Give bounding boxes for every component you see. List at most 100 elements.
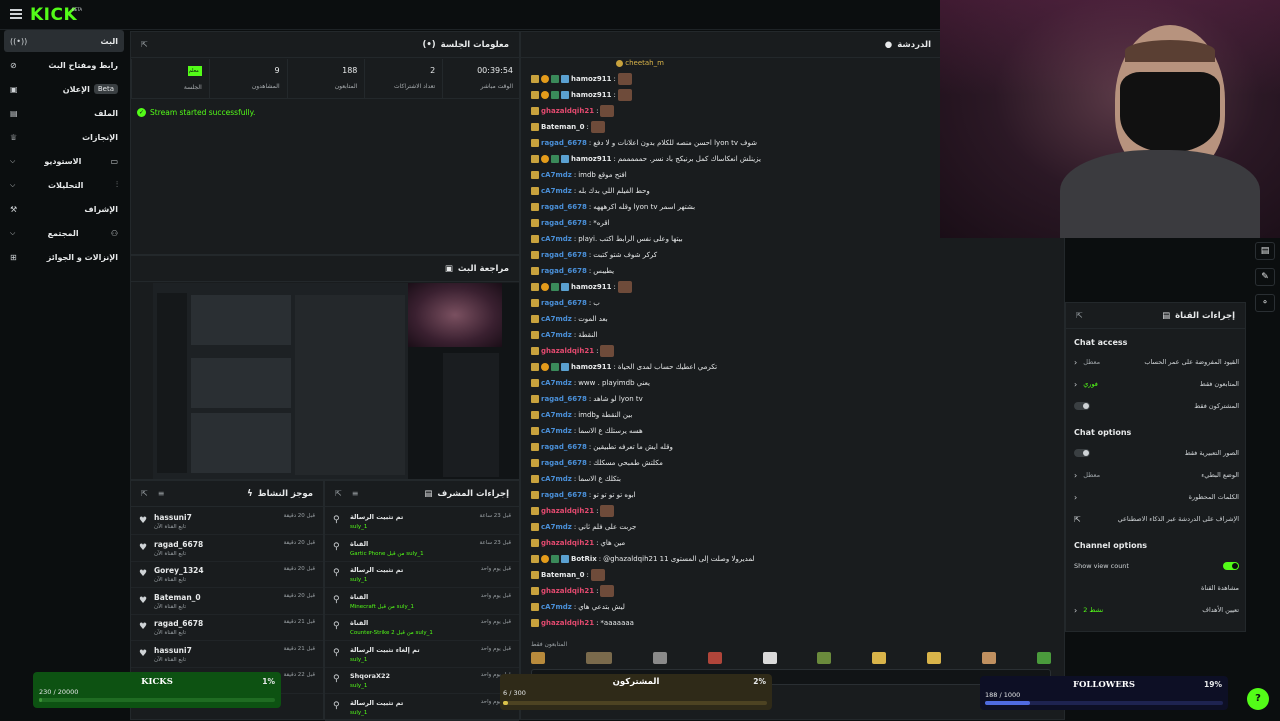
chat-username[interactable]: ghazaldqih21 [541, 107, 594, 115]
chat-message[interactable]: cA7mdz: www . playimdb يعني [531, 376, 650, 390]
emote-bar[interactable] [531, 652, 1051, 666]
sidebar-item-stream-key[interactable]: رابط ومفتاح البث ⊘ [4, 54, 124, 76]
emote-icon[interactable] [817, 652, 832, 664]
chat-username[interactable]: ghazaldqih21 [541, 507, 594, 515]
chat-message[interactable]: ghazaldqih21: مين هاي [531, 536, 625, 550]
filter-icon[interactable]: ≡ [158, 489, 165, 498]
chat-message[interactable]: hamoz911: [531, 280, 634, 294]
sidebar-item-moderation[interactable]: الإشراف ⚒ [4, 198, 124, 220]
chat-message[interactable]: BotRix: @ghazaldqih21 لمديرولا وصلت إلى ا… [531, 552, 755, 566]
chat-message[interactable]: cA7mdz: imdbبين النقطة و [531, 408, 632, 422]
chat-message[interactable]: ghazaldqih21: [531, 104, 616, 118]
help-icon[interactable]: ? [1247, 688, 1269, 710]
chat-message[interactable]: ragad_6678: يطيبس [531, 264, 614, 278]
chat-username[interactable]: ghazaldqih21 [541, 347, 594, 355]
emote-icon[interactable] [927, 652, 942, 664]
chat-username[interactable]: ghazaldqih21 [541, 619, 594, 627]
activity-item[interactable]: ♥ hassuni7 تابع القناة الآن قبل 20 دقيقة [131, 508, 323, 535]
chat-message[interactable]: ragad_6678: وقله اكرهههه lyon tv بشتهر اس… [531, 200, 695, 214]
chat-username[interactable]: hamoz911 [571, 75, 612, 83]
chevron-right-icon[interactable]: › [1074, 380, 1077, 389]
chevron-right-icon[interactable]: › [1074, 471, 1077, 480]
chat-username[interactable]: ragad_6678 [541, 395, 587, 403]
channel-action-row[interactable]: المتابعون فقط › فوري [1074, 375, 1239, 393]
chat-username[interactable]: ragad_6678 [541, 139, 587, 147]
chat-message[interactable]: ghazaldqih21: *aaaaaaa [531, 616, 634, 630]
chat-message[interactable]: cA7mdz: ليش بتدعي هاي [531, 600, 625, 614]
chat-username[interactable]: ghazaldqih21 [541, 587, 594, 595]
kick-logo[interactable]: KICK [30, 5, 77, 25]
emote-icon[interactable] [1036, 652, 1051, 664]
chat-message[interactable]: cA7mdz: هسه يرستلك ع الاسما [531, 424, 643, 438]
chat-message[interactable]: ragad_6678: لو شاهد lyon tv [531, 392, 643, 406]
chat-username[interactable]: ragad_6678 [541, 219, 587, 227]
activity-user[interactable]: hassuni7 [154, 646, 192, 655]
chat-message[interactable]: ghazaldqih21: [531, 344, 616, 358]
chevron-right-icon[interactable]: › [1074, 493, 1077, 502]
sidebar-item-drops[interactable]: الإنزالات و الجوائز ⊞ [4, 246, 124, 268]
chat-message[interactable]: cA7mdz: وحط الفيلم اللي بدك بله [531, 184, 650, 198]
chat-message[interactable]: ghazaldqih21: [531, 504, 616, 518]
chat-message[interactable]: cA7mdz: playi. بيتها وعلى نفس الرابط اكتب [531, 232, 683, 246]
menu-icon[interactable] [10, 9, 22, 19]
toggle-switch[interactable] [1074, 402, 1090, 410]
modlog-item[interactable]: ⚲ تم تثبيت الرسالة suly_1 قبل يوم واحد [325, 694, 519, 721]
filter-icon[interactable]: ≡ [352, 489, 359, 498]
modlog-item[interactable]: ⚲ تم إلغاء تثبيت الرسالة suly_1 قبل يوم واح… [325, 641, 519, 668]
toggle-switch[interactable] [1223, 562, 1239, 570]
activity-item[interactable]: ♥ Bateman_0 تابع القناة الآن قبل 20 دقيقة [131, 588, 323, 615]
stream-preview-image[interactable] [153, 283, 519, 479]
chat-message[interactable]: ragad_6678: ابوه تو تو تو تو [531, 488, 636, 502]
chat-username[interactable]: hamoz911 [571, 91, 612, 99]
sidebar-item-community[interactable]: ⚇ المجتمع ⌵ [4, 222, 124, 244]
activity-user[interactable]: ragad_6678 [154, 540, 203, 549]
chat-message[interactable]: cA7mdz: بعد الموت [531, 312, 608, 326]
emote-icon[interactable] [762, 652, 777, 664]
chat-username[interactable]: cA7mdz [541, 315, 572, 323]
chat-username[interactable]: cA7mdz [541, 235, 572, 243]
chat-message[interactable]: hamoz911: يزينلش انعكاساك كمل برنيكج باد … [531, 152, 761, 166]
channel-action-row[interactable]: الإشراف على الدردشة عبر الذكاء الاصطناعي… [1074, 510, 1239, 528]
wrench-icon[interactable]: ✎ [1255, 268, 1275, 286]
emote-icon[interactable] [531, 652, 545, 664]
share-icon[interactable]: ⚬ [1255, 294, 1275, 312]
chat-message[interactable]: ragad_6678: مكلتش طمبحي مسكلك [531, 456, 663, 470]
sidebar-item-ads[interactable]: Beta الإعلان ▣ [4, 78, 124, 100]
chat-message[interactable]: cA7mdz: جربت على فلم ثاني [531, 520, 636, 534]
activity-item[interactable]: ♥ Gorey_1324 تابع القناة الآن قبل 20 دقيقة [131, 561, 323, 588]
channel-action-row[interactable]: المشتركون فقط [1074, 397, 1239, 415]
pinned-user[interactable]: cheetah_m [616, 59, 664, 67]
activity-item[interactable]: ♥ hassuni7 تابع القناة الآن قبل 21 دقيقة [131, 641, 323, 668]
chat-message[interactable]: Bateman_0: [531, 568, 607, 582]
modlog-item[interactable]: ⚲ ShqoraX22 suly_1 قبل يوم واحد [325, 667, 519, 694]
chat-username[interactable]: cA7mdz [541, 379, 572, 387]
chat-message[interactable]: ragad_6678: ب [531, 296, 600, 310]
activity-user[interactable]: Gorey_1324 [154, 566, 204, 575]
chat-username[interactable]: cA7mdz [541, 331, 572, 339]
sidebar-item-broadcast[interactable]: البث ((•)) [4, 30, 124, 52]
modlog-item[interactable]: ⚲ تم تثبيت الرسالة suly_1 قبل يوم واحد [325, 561, 519, 588]
chat-username[interactable]: cA7mdz [541, 603, 572, 611]
chat-username[interactable]: ghazaldqih21 [541, 539, 594, 547]
modlog-item[interactable]: ⚲ القناة Minecraft من قبل suly_1 قبل يوم وا… [325, 588, 519, 615]
chat-message[interactable]: hamoz911: [531, 72, 634, 86]
emote-icon[interactable] [585, 652, 612, 664]
chat-message[interactable]: ragad_6678: *اقره [531, 216, 610, 230]
chat-message[interactable]: ragad_6678: وقله ايش ما تعرفه تطبيقين [531, 440, 673, 454]
chat-username[interactable]: Bateman_0 [541, 571, 585, 579]
channel-action-row[interactable]: الكلمات المحظورة › [1074, 488, 1239, 506]
chat-username[interactable]: hamoz911 [571, 283, 612, 291]
activity-user[interactable]: hassuni7 [154, 513, 192, 522]
channel-action-row[interactable]: القيود المفروضة على عمر الحساب › معطل [1074, 353, 1239, 371]
emote-icon[interactable] [982, 652, 996, 664]
sidebar-item-analytics[interactable]: ⫶ التحليلات ⌵ [4, 174, 124, 196]
popout-icon[interactable]: ⇱ [1076, 311, 1083, 320]
chat-username[interactable]: cA7mdz [541, 411, 572, 419]
channel-action-row[interactable]: تعيين الأهداف › نشط 2 [1074, 601, 1239, 619]
channel-action-row[interactable]: Show view count [1074, 557, 1239, 575]
channel-action-row[interactable]: الوضع البطيء › معطل [1074, 466, 1239, 484]
chat-message[interactable]: Bateman_0: [531, 120, 607, 134]
sidebar-item-profile[interactable]: الملف ▤ [4, 102, 124, 124]
chat-message[interactable]: cA7mdz: النقطة [531, 328, 597, 342]
emote-icon[interactable] [707, 652, 722, 664]
